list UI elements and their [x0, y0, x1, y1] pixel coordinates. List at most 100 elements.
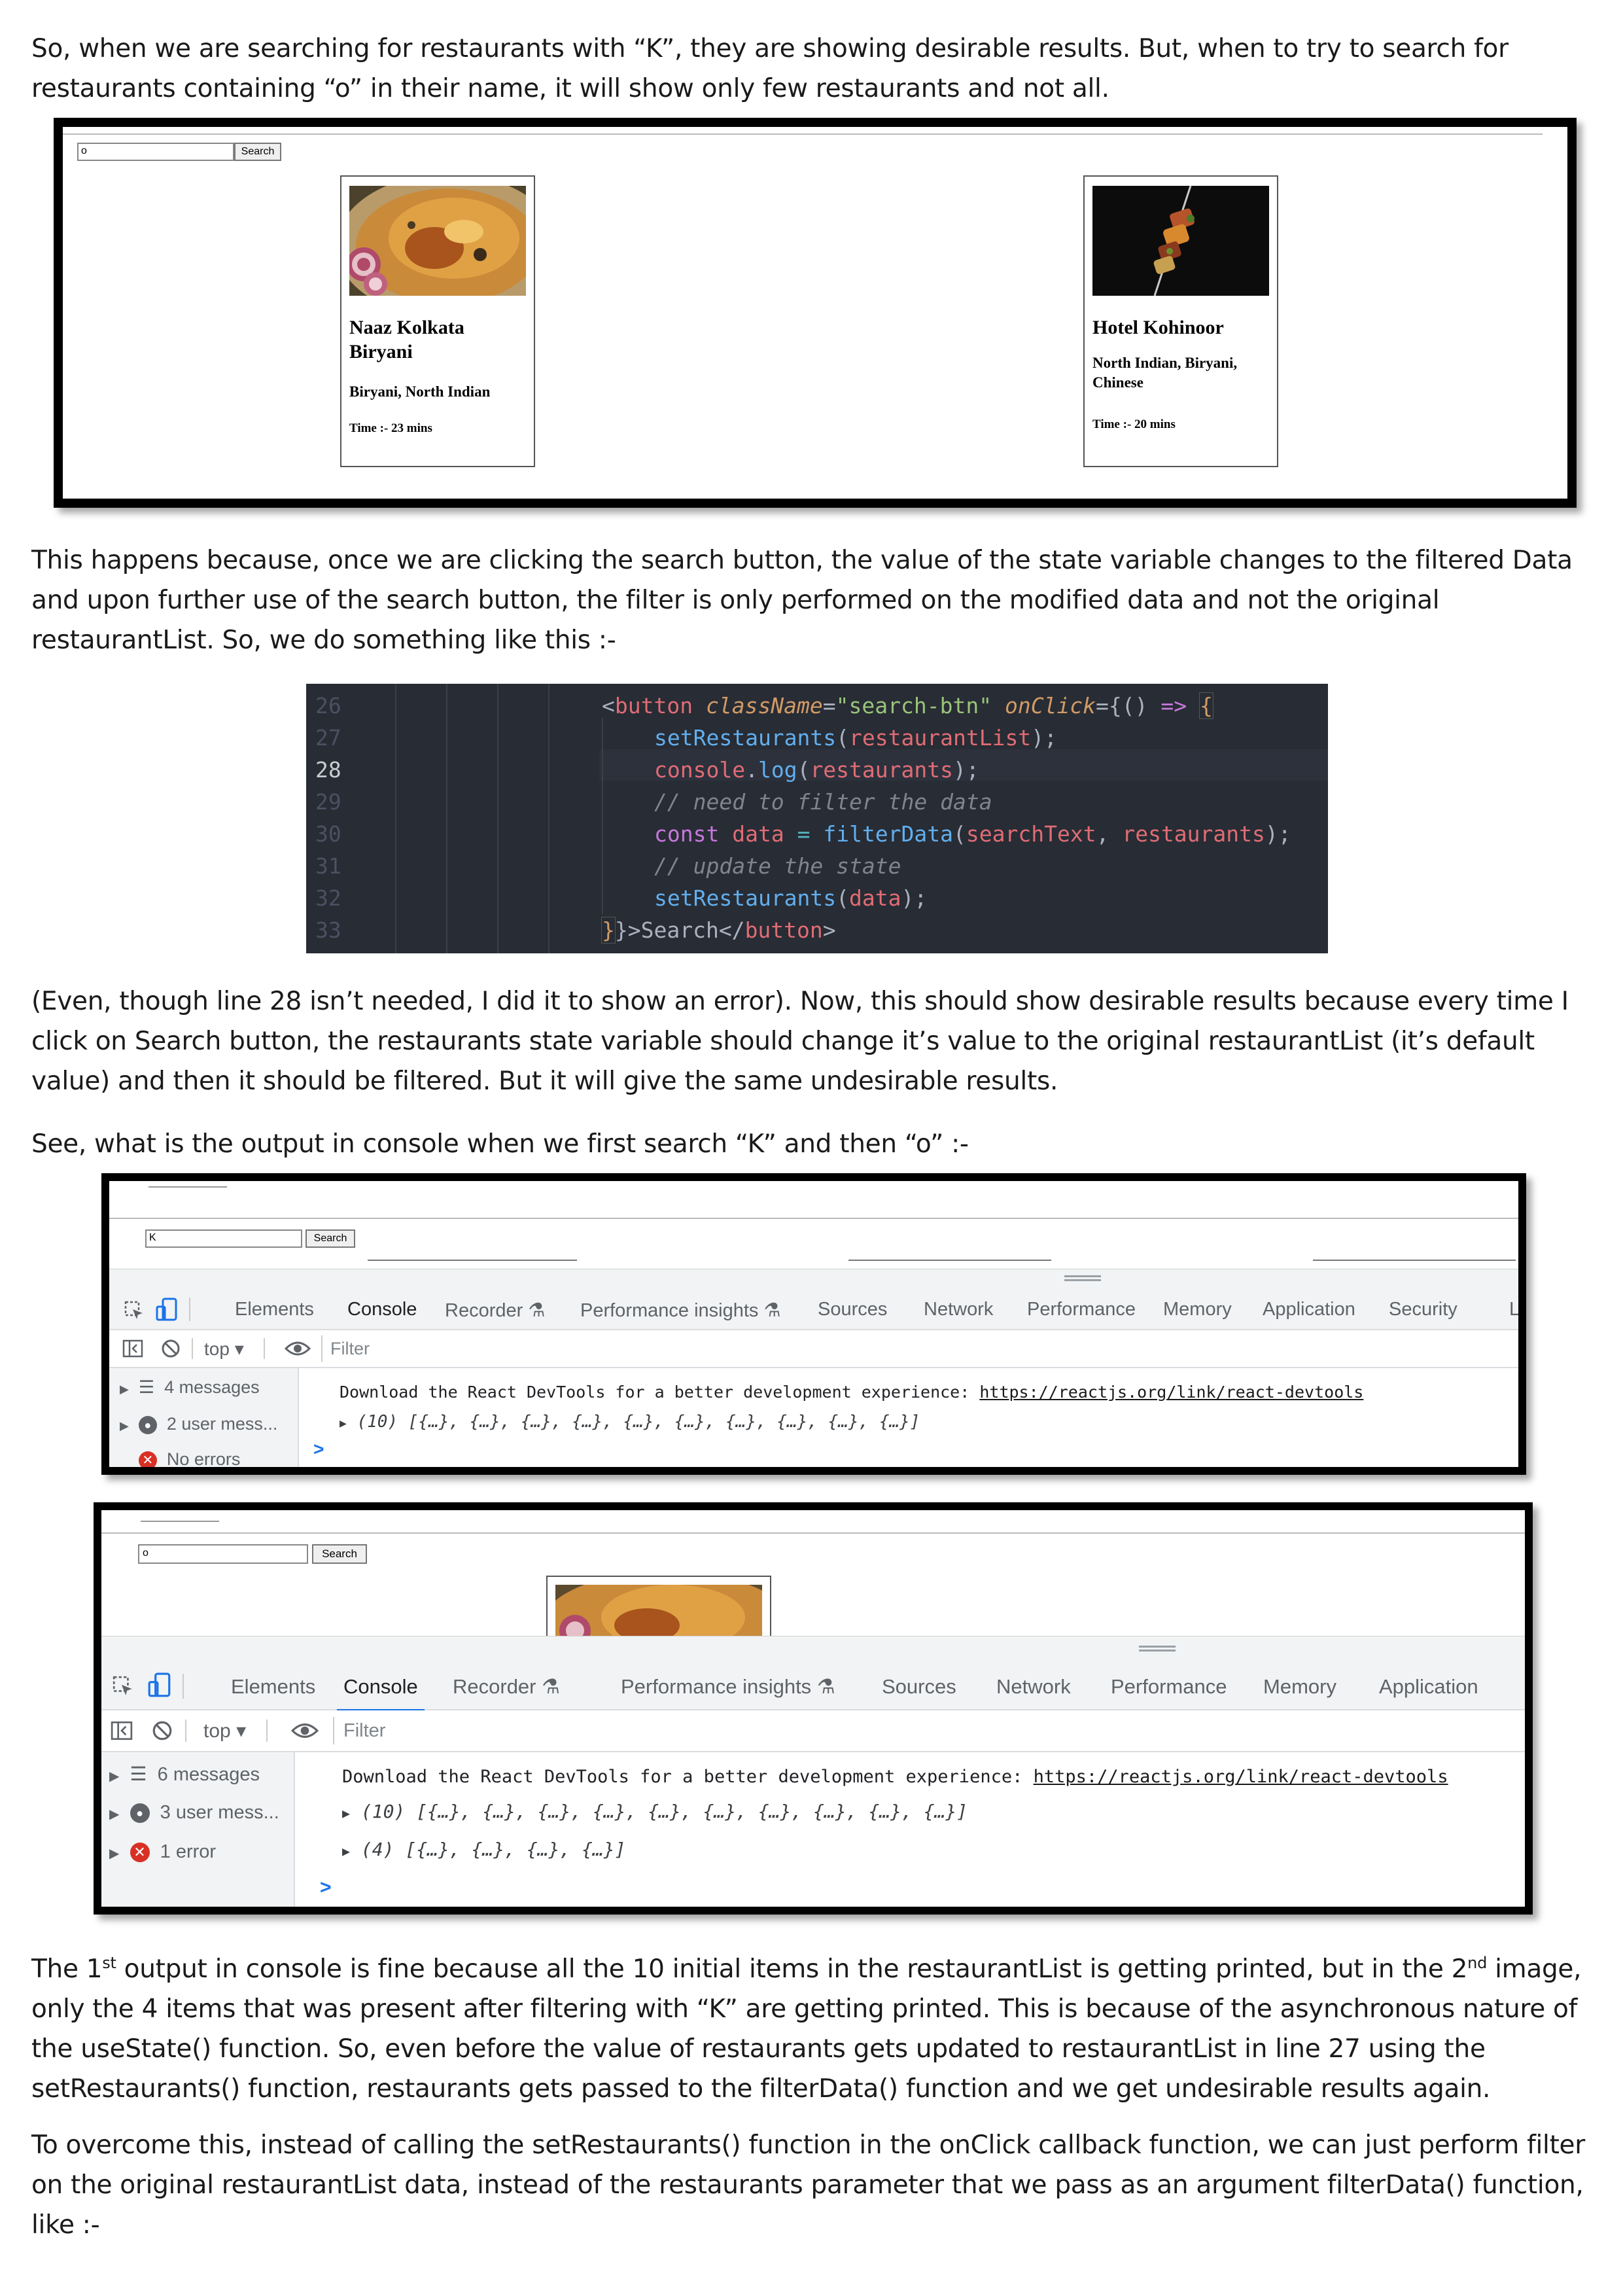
- flask-icon: ⚗: [528, 1300, 546, 1321]
- context-selector[interactable]: top ▾: [204, 1338, 244, 1360]
- devtools-resize-handle[interactable]: [109, 1269, 1518, 1289]
- sidebar-item-messages[interactable]: ▶ ☰ 6 messages: [109, 1763, 260, 1786]
- list-icon: ☰: [130, 1764, 147, 1785]
- expand-arrow-icon: ▶: [342, 1843, 351, 1859]
- expand-arrow-icon: ▶: [342, 1805, 351, 1821]
- code-snippet: 26 27 28 29 30 31 32 33 <button classNam…: [306, 684, 1328, 953]
- console-log-array[interactable]: ▶ (4) [{…}, {…}, {…}, {…}]: [342, 1839, 625, 1860]
- paragraph-analysis: The 1st output in console is fine becaus…: [31, 1954, 1582, 2104]
- flask-icon: ⚗: [542, 1675, 560, 1698]
- tab-performance-insights[interactable]: Performance insights ⚗: [580, 1299, 780, 1322]
- restaurant-name: Naaz Kolkata Biryani: [349, 317, 464, 362]
- logo-fragment: [141, 1510, 219, 1522]
- search-button[interactable]: Search: [234, 143, 281, 161]
- tab-application[interactable]: Application: [1379, 1675, 1478, 1699]
- tab-sources[interactable]: Sources: [882, 1675, 956, 1699]
- line-number: 29: [315, 789, 341, 815]
- tab-performance-insights[interactable]: Performance insights ⚗: [621, 1675, 835, 1699]
- flask-icon: ⚗: [816, 1675, 835, 1698]
- device-toolbar-icon[interactable]: [147, 1672, 172, 1699]
- sidebar-item-user-messages[interactable]: ▶ ● 3 user mess...: [109, 1802, 279, 1824]
- eye-icon[interactable]: [291, 1721, 319, 1740]
- indent-guide: [446, 684, 447, 953]
- sidebar-toggle-icon[interactable]: [111, 1721, 133, 1740]
- search-button[interactable]: Search: [312, 1544, 367, 1564]
- filter-input[interactable]: Filter: [321, 1335, 1508, 1362]
- tab-memory[interactable]: Memory: [1163, 1299, 1232, 1320]
- eye-icon[interactable]: [285, 1339, 311, 1358]
- tab-network[interactable]: Network: [996, 1675, 1071, 1699]
- restaurant-cuisine: Biryani, North Indian: [349, 383, 491, 400]
- line-number-current: 28: [315, 757, 341, 783]
- tab-performance[interactable]: Performance: [1027, 1299, 1136, 1320]
- tab-memory[interactable]: Memory: [1263, 1675, 1336, 1699]
- console-log-array[interactable]: ▶ (10) [{…}, {…}, {…}, {…}, {…}, {…}, {……: [342, 1801, 968, 1822]
- kebab-photo: [1092, 186, 1269, 296]
- inspect-element-icon[interactable]: [112, 1675, 134, 1697]
- devtools-link[interactable]: https://reactjs.org/link/react-devtools: [979, 1383, 1363, 1402]
- search-input[interactable]: o: [77, 143, 234, 161]
- tab-recorder[interactable]: Recorder ⚗: [453, 1675, 560, 1699]
- page-area: K Search: [109, 1181, 1518, 1266]
- tab-console[interactable]: Console: [337, 1675, 425, 1712]
- tab-security[interactable]: Security: [1389, 1299, 1457, 1320]
- restaurant-card[interactable]: Hotel Kohinoor North Indian, Biryani, Ch…: [1083, 175, 1278, 467]
- inspect-element-icon[interactable]: [124, 1300, 145, 1321]
- logo-fragment: [148, 1181, 227, 1188]
- filter-input[interactable]: Filter: [333, 1717, 1521, 1744]
- search-input[interactable]: K: [145, 1229, 302, 1248]
- clear-console-icon[interactable]: [160, 1338, 181, 1359]
- sidebar-toggle-icon[interactable]: [122, 1339, 143, 1358]
- paragraph-note: (Even, though line 28 isn’t needed, I di…: [31, 987, 1569, 1096]
- page-divider: [63, 133, 1543, 135]
- restaurant-card[interactable]: Naaz Kolkata Biryani Biryani, North Indi…: [340, 175, 535, 467]
- console-prompt[interactable]: >: [313, 1439, 324, 1460]
- grip-icon: [1064, 1275, 1101, 1281]
- tab-overflow[interactable]: L: [1509, 1299, 1518, 1320]
- sidebar-item-errors[interactable]: ▶ ✕ 1 error: [109, 1841, 216, 1863]
- console-message-devtools: Download the React DevTools for a better…: [340, 1383, 1364, 1402]
- clear-console-icon[interactable]: [151, 1720, 173, 1742]
- tab-application[interactable]: Application: [1263, 1299, 1355, 1320]
- restaurant-cuisine: North Indian, Biryani, Chinese: [1092, 355, 1238, 391]
- code-line-30: const data = filterData(searchText, rest…: [654, 821, 1291, 847]
- page-area: o Search: [101, 1510, 1525, 1637]
- restaurant-card-partial: [546, 1576, 771, 1637]
- sidebar-item-errors[interactable]: ▶ ✕ No errors: [120, 1449, 240, 1467]
- separator: [266, 1720, 268, 1742]
- devtools-screenshot-1: K Search Elements Console Recorder ⚗ Per…: [101, 1173, 1526, 1475]
- biryani-photo: [555, 1585, 762, 1637]
- code-line-33: }}>Search</button>: [601, 917, 836, 944]
- tab-elements[interactable]: Elements: [231, 1675, 315, 1699]
- tab-recorder[interactable]: Recorder ⚗: [445, 1299, 545, 1322]
- device-toolbar-icon[interactable]: [155, 1298, 179, 1322]
- card-edge: [848, 1260, 1051, 1261]
- tab-network[interactable]: Network: [924, 1299, 993, 1320]
- separator: [183, 1674, 184, 1699]
- restaurant-time: Time :- 23 mins: [349, 421, 432, 435]
- code-line-31: // update the state: [654, 853, 901, 879]
- line-number: 27: [315, 725, 341, 751]
- page-divider: [101, 1532, 1525, 1534]
- devtools-link[interactable]: https://reactjs.org/link/react-devtools: [1034, 1767, 1448, 1787]
- console-sidebar: ▶ ☰ 4 messages ▶ ● 2 user mess... ▶ ✕ No…: [109, 1368, 299, 1467]
- paragraph-intro: So, when we are searching for restaurant…: [31, 34, 1509, 103]
- dropdown-arrow-icon: ▾: [236, 1720, 247, 1742]
- tab-console[interactable]: Console: [340, 1299, 424, 1333]
- sidebar-item-messages[interactable]: ▶ ☰ 4 messages: [120, 1377, 260, 1398]
- list-icon: ☰: [138, 1377, 155, 1397]
- error-icon: ✕: [138, 1451, 157, 1467]
- console-sidebar: ▶ ☰ 6 messages ▶ ● 3 user mess... ▶ ✕ 1 …: [101, 1752, 295, 1907]
- sidebar-item-user-messages[interactable]: ▶ ● 2 user mess...: [120, 1414, 277, 1434]
- tab-sources[interactable]: Sources: [818, 1299, 887, 1320]
- search-input[interactable]: o: [138, 1544, 308, 1564]
- console-prompt[interactable]: >: [320, 1877, 332, 1899]
- context-selector[interactable]: top ▾: [203, 1720, 246, 1742]
- search-button[interactable]: Search: [305, 1229, 355, 1248]
- console-log-array[interactable]: ▶ (10) [{…}, {…}, {…}, {…}, {…}, {…}, {……: [340, 1412, 920, 1432]
- indent-guide: [497, 684, 498, 953]
- tab-elements[interactable]: Elements: [235, 1299, 314, 1320]
- tab-performance[interactable]: Performance: [1111, 1675, 1227, 1699]
- devtools-resize-handle[interactable]: [101, 1636, 1525, 1663]
- console-filter-bar: top ▾ Filter: [101, 1710, 1525, 1752]
